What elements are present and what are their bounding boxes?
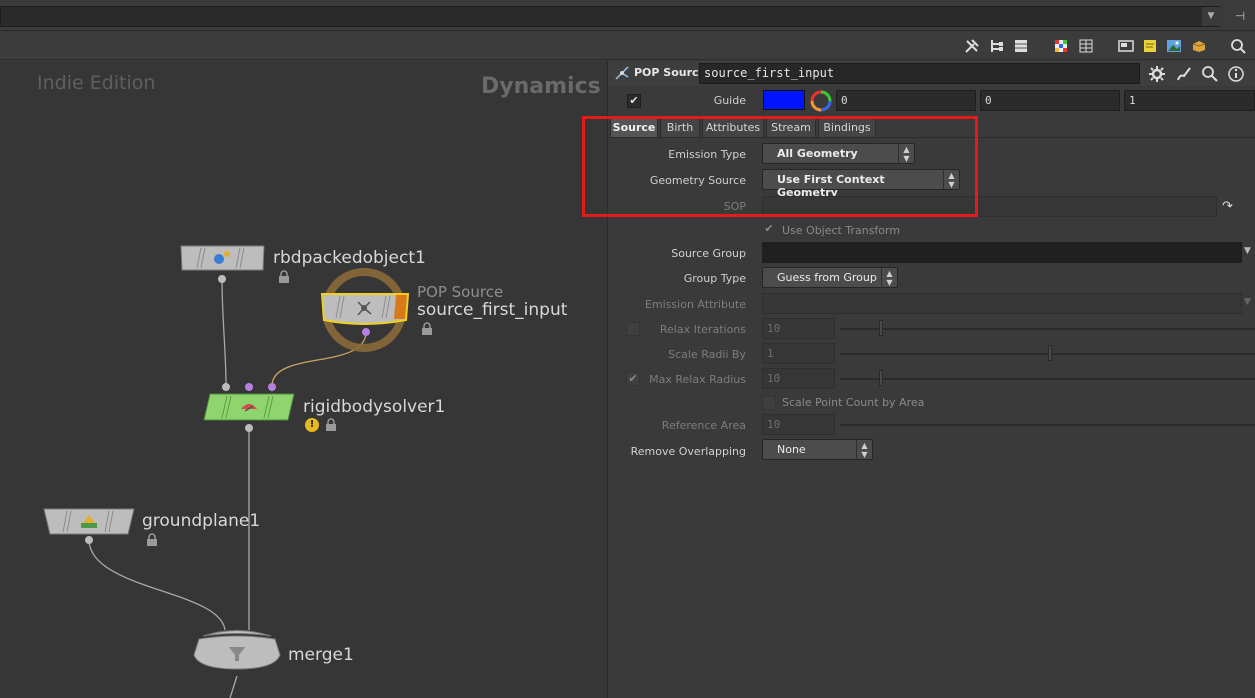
remove-overlapping-value: None [777,443,806,456]
max-relax-radius-label: Max Relax Radius [649,373,746,386]
node-wires [88,277,367,698]
info-icon[interactable] [1226,64,1246,84]
lock-icon [278,270,290,284]
pop-source-icon [614,65,630,81]
node-input-port[interactable] [245,383,253,391]
relax-iterations-slider-knob[interactable] [879,320,883,336]
node-output-port[interactable] [85,536,93,544]
lock-icon [421,322,433,336]
wrench-icon[interactable] [963,37,981,55]
operator-type-label: POP Source [634,66,707,79]
node-pop-source[interactable] [320,268,412,356]
source-group-field[interactable] [762,242,1242,263]
group-type-label: Group Type [683,272,746,285]
node-output-port[interactable] [218,275,226,283]
scale-point-count-checkbox[interactable] [762,396,776,410]
node-merge[interactable] [193,627,281,671]
chevron-down-icon[interactable]: ▼ [1202,7,1220,26]
remove-overlapping-menu[interactable]: None ▲ ▼ [762,439,873,460]
relax-iterations-slider[interactable] [840,328,1255,330]
relax-iterations-label: Relax Iterations [659,323,746,336]
brush-icon[interactable] [1174,64,1194,84]
node-groundplane[interactable] [43,508,135,535]
node-rigidbodysolver[interactable] [203,393,295,421]
panel-icon[interactable] [1117,37,1135,55]
reference-area-label: Reference Area [661,419,746,432]
scale-radii-field[interactable]: 1 [762,343,835,364]
use-object-transform-label: Use Object Transform [782,224,901,237]
max-relax-radius-slider[interactable] [840,378,1255,380]
node-label-rigidbodysolver: rigidbodysolver1 [303,397,446,417]
emission-attribute-label: Emission Attribute [644,298,746,311]
reference-area-slider[interactable] [840,424,1255,426]
scale-radii-label: Scale Radii By [668,348,746,361]
sticky-note-icon[interactable] [1141,37,1159,55]
node-input-port[interactable] [222,383,230,391]
node-label-merge: merge1 [288,645,354,665]
spreadsheet-icon[interactable] [1077,37,1095,55]
guide-color-swatch[interactable] [763,90,805,110]
remove-overlapping-label: Remove Overlapping [630,445,746,458]
search-icon[interactable] [1229,37,1247,55]
source-group-label: Source Group [671,247,746,260]
list-icon[interactable] [1012,37,1030,55]
gear-icon[interactable] [1147,64,1167,84]
node-rbdpackedobject[interactable] [179,245,266,271]
guide-b-field[interactable]: 1 [1124,90,1255,111]
node-label-source-first-input: source_first_input [417,300,568,320]
lock-icon [146,533,158,547]
lock-icon [325,418,337,432]
tree-icon[interactable] [988,37,1006,55]
box-icon[interactable] [1190,37,1208,55]
node-label-groundplane: groundplane1 [142,511,261,531]
use-object-transform-checkbox[interactable]: ✔ [762,223,776,237]
group-type-menu[interactable]: Guess from Group ▲ ▼ [762,267,898,288]
magnify-icon[interactable] [1200,64,1220,84]
jump-arrow-icon[interactable]: ↷ [1222,199,1238,215]
node-label-rbdpackedobject: rbdpackedobject1 [273,248,426,268]
max-relax-radius-field[interactable]: 10 [762,368,835,389]
emission-attribute-field[interactable] [762,293,1242,314]
pin-icon[interactable]: ⊣ [1226,6,1254,27]
chevron-down-icon[interactable]: ▼ [1244,246,1251,256]
relax-iterations-field[interactable]: 10 [762,318,835,339]
highlight-annotation [582,116,978,217]
image-icon[interactable] [1165,37,1183,55]
up-down-arrow-icon: ▲ ▼ [856,440,872,459]
node-output-port[interactable] [245,424,253,432]
operator-name-field[interactable]: source_first_input [699,63,1140,84]
color-grid-icon[interactable] [1052,37,1070,55]
reference-area-field[interactable]: 10 [762,414,835,435]
scale-point-count-label: Scale Point Count by Area [782,396,925,409]
chevron-down-icon[interactable]: ▼ [1244,297,1251,307]
up-down-arrow-icon: ▲ ▼ [881,268,897,287]
max-relax-radius-slider-knob[interactable] [879,370,883,386]
group-type-value: Guess from Group [777,271,877,284]
guide-r-field[interactable]: 0 [836,90,976,111]
node-output-port[interactable] [362,328,370,336]
guide-g-field[interactable]: 0 [980,90,1120,111]
color-wheel-icon[interactable] [810,90,832,112]
guide-label: Guide [713,94,746,107]
node-input-port[interactable] [268,383,276,391]
warning-icon[interactable]: ! [305,418,319,432]
node-type-label: POP Source [417,283,504,301]
scale-radii-slider-knob[interactable] [1048,345,1052,361]
